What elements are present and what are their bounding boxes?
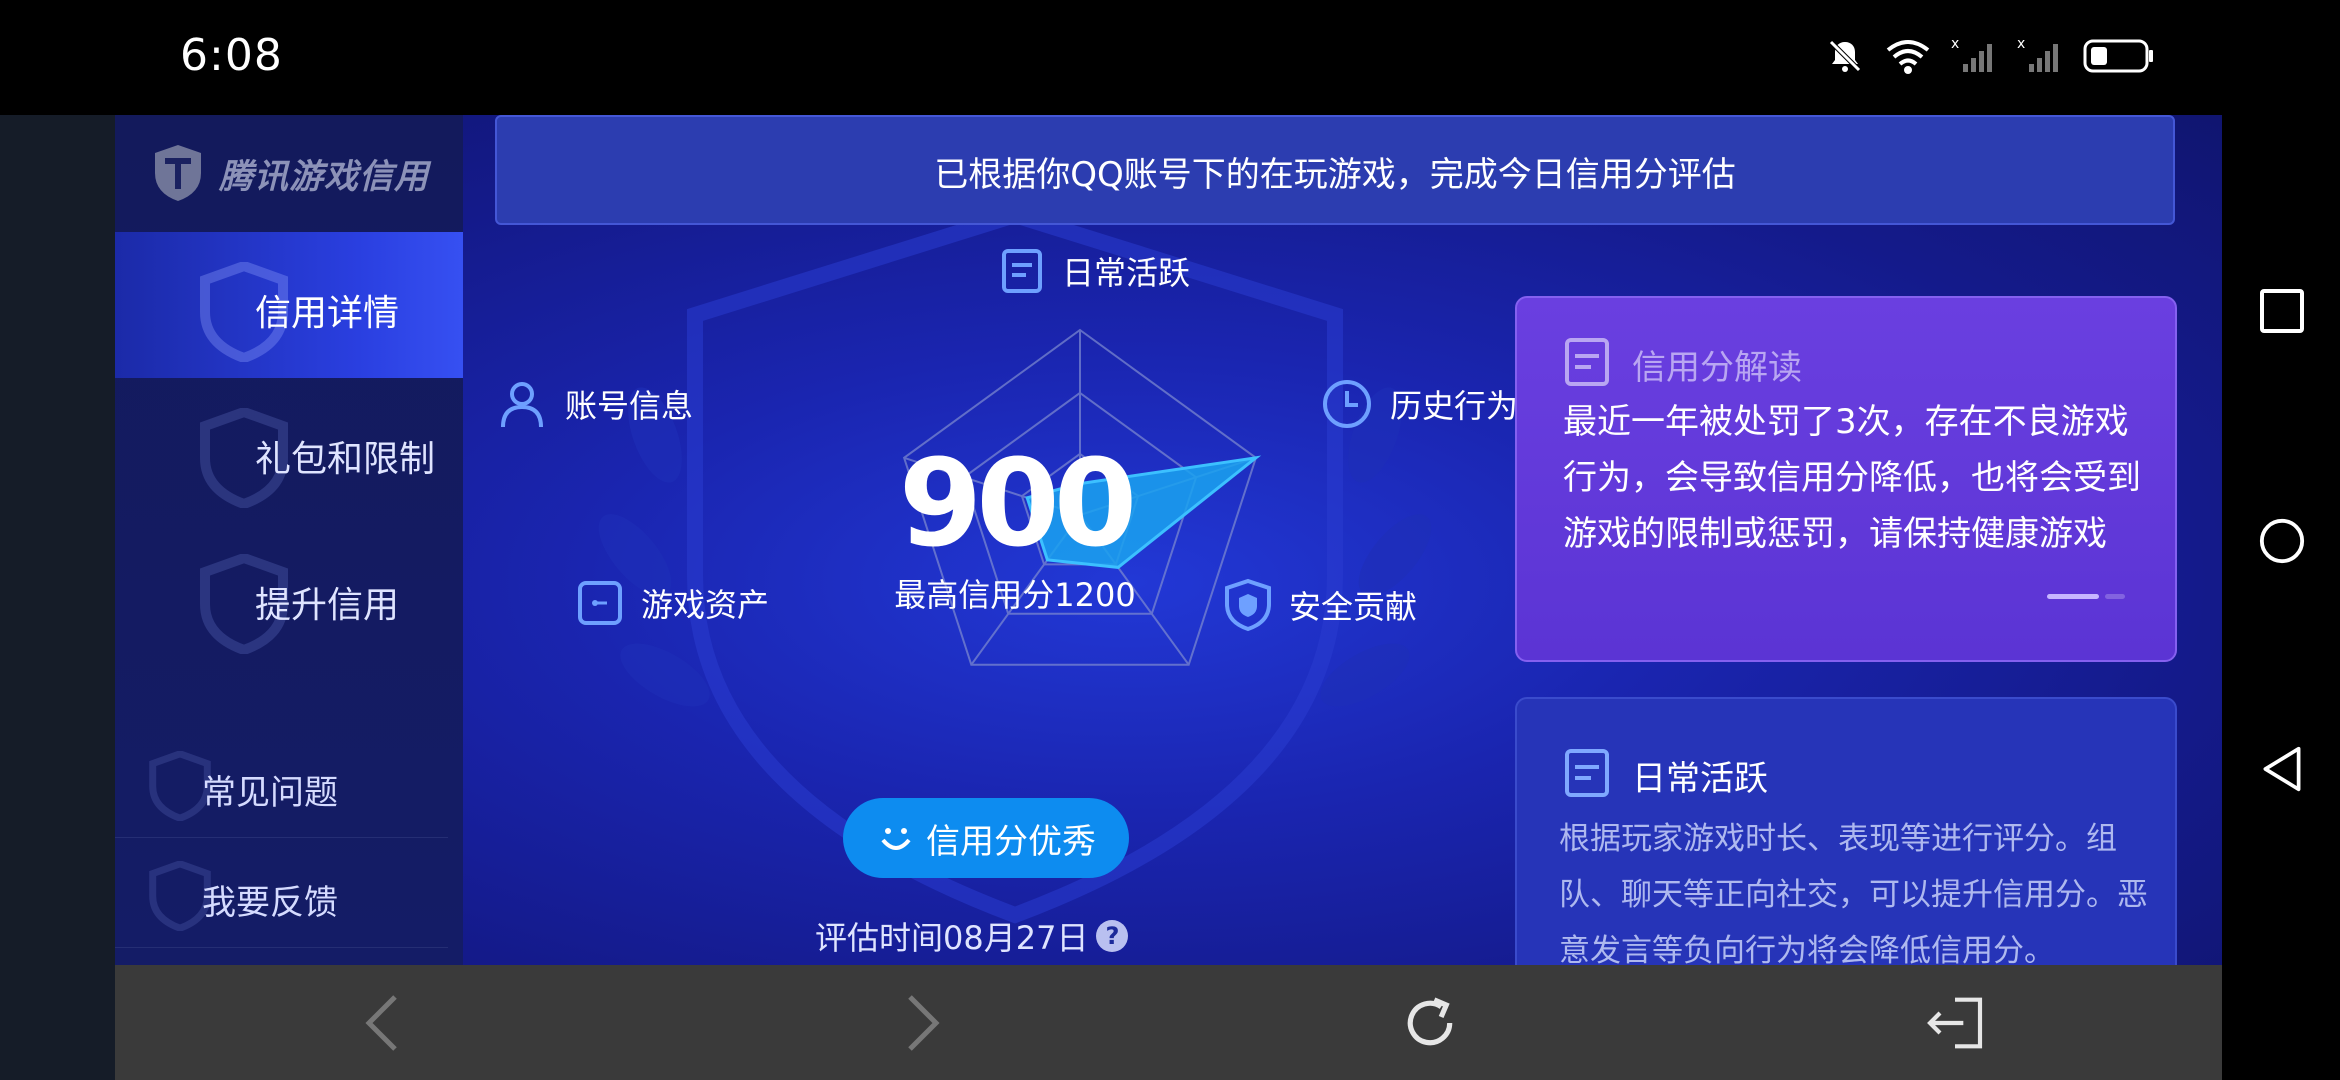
sidebar-link-label: 常见问题 bbox=[202, 773, 338, 813]
radar-label-text: 账号信息 bbox=[565, 387, 694, 425]
card-title: 信用分解读 bbox=[1632, 348, 1802, 388]
card-body: 最近一年被处罚了3次，存在不良游戏行为，会导致信用分降低，也将会受到游戏的限制或… bbox=[1563, 402, 2141, 554]
document-icon bbox=[1565, 749, 1609, 797]
browser-toolbar bbox=[115, 965, 2224, 1080]
status-icons: x x bbox=[1825, 36, 2155, 76]
radar-label-history: 历史行为 bbox=[1320, 377, 1518, 431]
page-indicator bbox=[2047, 594, 2125, 599]
refresh-icon[interactable] bbox=[1400, 993, 1460, 1053]
mute-bell-icon bbox=[1829, 40, 1861, 72]
exit-icon[interactable] bbox=[1925, 993, 1985, 1053]
rating-button[interactable]: 信用分优秀 bbox=[843, 798, 1129, 878]
rating-button-label: 信用分优秀 bbox=[926, 821, 1096, 862]
interpretation-card: 信用分解读 最近一年被处罚了3次，存在不良游戏行为，会导致信用分降低，也将会受到… bbox=[1515, 296, 2177, 662]
wifi-icon bbox=[1886, 40, 1930, 74]
sidebar-item-label: 礼包和限制 bbox=[255, 439, 436, 480]
card-title: 日常活跃 bbox=[1632, 759, 1768, 799]
left-gutter-bottom bbox=[0, 965, 115, 1080]
status-bar: 6:08 x x bbox=[0, 0, 2340, 115]
sidebar-item-improve-credit[interactable]: 提升信用 bbox=[115, 524, 463, 670]
clock-icon bbox=[1323, 380, 1371, 428]
radar-label-account: 账号信息 bbox=[495, 377, 693, 431]
sidebar-item-gifts-restrictions[interactable]: 礼包和限制 bbox=[115, 378, 463, 524]
user-icon bbox=[501, 382, 543, 428]
recents-square-icon[interactable] bbox=[2258, 287, 2306, 335]
brand-name: 腾讯游戏信用 bbox=[219, 156, 429, 197]
sidebar-item-label: 信用详情 bbox=[255, 293, 400, 334]
sidebar-link-faq[interactable]: 常见问题 bbox=[115, 729, 448, 838]
radar-label-text: 日常活跃 bbox=[1062, 254, 1191, 292]
app-window: 腾讯游戏信用 信用详情 礼包和限制 提升信用 常见问题 我要反馈 已根据你QQ账… bbox=[115, 115, 2224, 965]
svg-text:x: x bbox=[1951, 36, 1959, 52]
banner-text: 已根据你QQ账号下的在玩游戏，完成今日信用分评估 bbox=[934, 155, 1736, 195]
radar-label-daily: 日常活跃 bbox=[998, 247, 1190, 295]
help-icon[interactable]: ? bbox=[1096, 920, 1129, 952]
system-nav bbox=[2222, 115, 2340, 1080]
sidebar-link-feedback[interactable]: 我要反馈 bbox=[115, 839, 448, 948]
sidebar: 腾讯游戏信用 信用详情 礼包和限制 提升信用 常见问题 我要反馈 bbox=[115, 115, 463, 965]
left-gutter bbox=[0, 115, 115, 965]
radar-label-text: 历史行为 bbox=[1390, 387, 1519, 425]
max-score-label: 最高信用分1200 bbox=[894, 576, 1136, 614]
sidebar-item-label: 提升信用 bbox=[255, 585, 400, 626]
document-icon bbox=[1002, 249, 1042, 293]
forward-arrow-icon[interactable] bbox=[890, 993, 950, 1053]
battery-icon bbox=[2083, 39, 2153, 73]
status-time: 6:08 bbox=[180, 30, 283, 81]
page-dot-active bbox=[2047, 594, 2099, 599]
home-circle-icon[interactable] bbox=[2258, 517, 2306, 565]
sidebar-item-credit-details[interactable]: 信用详情 bbox=[115, 232, 463, 378]
eval-time-text: 评估时间08月27日 bbox=[815, 919, 1089, 957]
back-triangle-icon[interactable] bbox=[2258, 745, 2306, 793]
back-arrow-icon[interactable] bbox=[355, 993, 415, 1053]
assessment-banner: 已根据你QQ账号下的在玩游戏，完成今日信用分评估 bbox=[495, 115, 2175, 225]
card-body: 根据玩家游戏时长、表现等进行评分。组队、聊天等正向社交，可以提升信用分。恶意发言… bbox=[1559, 821, 2148, 965]
brand-logo-icon bbox=[155, 145, 201, 201]
brand: 腾讯游戏信用 bbox=[151, 143, 429, 203]
smile-icon bbox=[881, 828, 911, 850]
document-icon bbox=[1565, 338, 1609, 386]
signal-1-icon: x bbox=[1951, 36, 1992, 72]
credit-score: 900 bbox=[898, 435, 1138, 574]
page-dot bbox=[2105, 594, 2125, 599]
sidebar-link-label: 我要反馈 bbox=[202, 883, 338, 923]
eval-time: 评估时间08月27日 ? bbox=[815, 913, 1129, 959]
signal-2-icon: x bbox=[2017, 36, 2058, 72]
svg-text:x: x bbox=[2017, 36, 2025, 52]
daily-activity-card: 日常活跃 根据玩家游戏时长、表现等进行评分。组队、聊天等正向社交，可以提升信用分… bbox=[1515, 697, 2177, 965]
